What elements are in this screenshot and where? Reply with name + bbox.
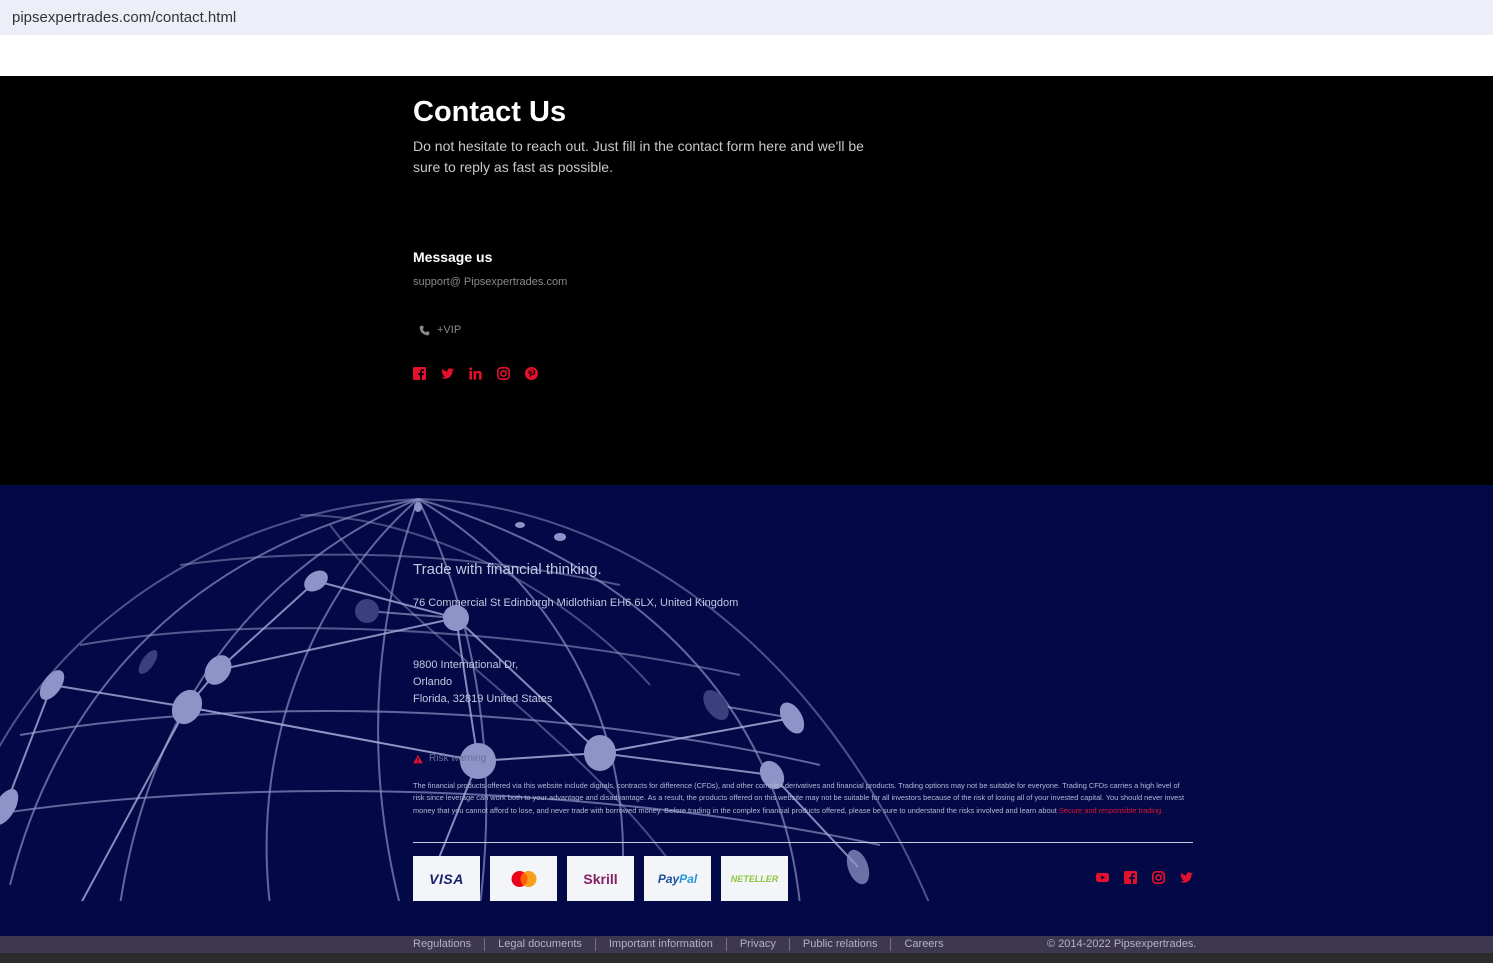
contact-description: Do not hesitate to reach out. Just fill … bbox=[413, 138, 864, 175]
important-information-link[interactable]: Important information bbox=[594, 938, 726, 951]
facebook-icon[interactable] bbox=[413, 367, 426, 380]
address-uk: 76 Commercial St Edinburgh Midlothian EH… bbox=[413, 597, 739, 609]
address-us-line1: 9800 International Dr, bbox=[413, 659, 519, 671]
neteller-logo-text: NETELLER bbox=[730, 873, 779, 884]
twitter-icon[interactable] bbox=[441, 367, 454, 380]
responsible-trading-link[interactable]: Secure and responsible trading. bbox=[1059, 806, 1163, 815]
risk-warning-header: Risk warning bbox=[413, 753, 486, 764]
bottom-strip bbox=[0, 953, 1493, 963]
address-us: 9800 International Dr, Orlando Florida, … bbox=[413, 657, 552, 708]
phone-number: +VIP bbox=[437, 324, 462, 336]
mastercard-icon bbox=[511, 870, 536, 887]
message-us-heading: Message us bbox=[413, 249, 493, 265]
footer: Trade with financial thinking. 76 Commer… bbox=[0, 485, 1493, 936]
copyright: © 2014-2022 Pipsexpertrades. bbox=[1047, 938, 1197, 950]
paypal-logo-text: PayPal bbox=[658, 872, 697, 886]
address-us-line2: Orlando bbox=[413, 676, 453, 688]
skrill-logo: Skrill bbox=[567, 856, 634, 901]
footer-tagline: Trade with financial thinking. bbox=[413, 561, 602, 578]
footer-divider bbox=[413, 842, 1193, 843]
skrill-logo-text: Skrill bbox=[583, 870, 618, 887]
page-title: Contact Us bbox=[413, 96, 567, 128]
paypal-pal: Pal bbox=[679, 871, 698, 886]
bottom-links: Regulations Legal documents Important in… bbox=[413, 936, 957, 953]
paypal-pay: Pay bbox=[657, 871, 680, 886]
pinterest-icon[interactable] bbox=[525, 367, 538, 380]
neteller-logo: NETELLER bbox=[721, 856, 788, 901]
warning-icon bbox=[413, 754, 423, 763]
privacy-link[interactable]: Privacy bbox=[725, 938, 789, 951]
phone-row[interactable]: +VIP bbox=[419, 323, 461, 337]
instagram-icon[interactable] bbox=[497, 367, 510, 380]
address-us-line3: Florida, 32819 United States bbox=[413, 693, 553, 705]
linkedin-icon[interactable] bbox=[469, 367, 482, 380]
legal-documents-link[interactable]: Legal documents bbox=[484, 938, 595, 951]
mastercard-logo bbox=[490, 856, 557, 901]
header-band bbox=[0, 35, 1493, 76]
paypal-logo: PayPal bbox=[644, 856, 711, 901]
instagram-icon[interactable] bbox=[1152, 871, 1165, 884]
visa-logo-text: VISA bbox=[429, 870, 464, 887]
risk-warning-label: Risk warning bbox=[429, 753, 487, 764]
bottom-bar: Regulations Legal documents Important in… bbox=[0, 936, 1493, 953]
footer-social-links bbox=[1096, 871, 1193, 884]
twitter-icon[interactable] bbox=[1180, 871, 1193, 884]
careers-link[interactable]: Careers bbox=[890, 938, 956, 951]
facebook-icon[interactable] bbox=[1124, 871, 1137, 884]
risk-warning-text: The financial products offered via this … bbox=[413, 780, 1193, 817]
support-email-link[interactable]: support@ Pipsexpertrades.com bbox=[413, 276, 567, 288]
visa-logo: VISA bbox=[413, 856, 480, 901]
address-bar[interactable]: pipsexpertrades.com/contact.html bbox=[0, 0, 1493, 35]
phone-icon bbox=[419, 325, 430, 335]
url-text[interactable]: pipsexpertrades.com/contact.html bbox=[12, 9, 236, 26]
regulations-link[interactable]: Regulations bbox=[413, 938, 484, 951]
youtube-icon[interactable] bbox=[1096, 871, 1109, 884]
contact-social-links bbox=[413, 367, 538, 380]
contact-section: Contact Us Do not hesitate to reach out.… bbox=[0, 76, 1493, 485]
payment-methods: VISA Skrill PayPal NETELLER bbox=[413, 856, 788, 901]
public-relations-link[interactable]: Public relations bbox=[788, 938, 891, 951]
